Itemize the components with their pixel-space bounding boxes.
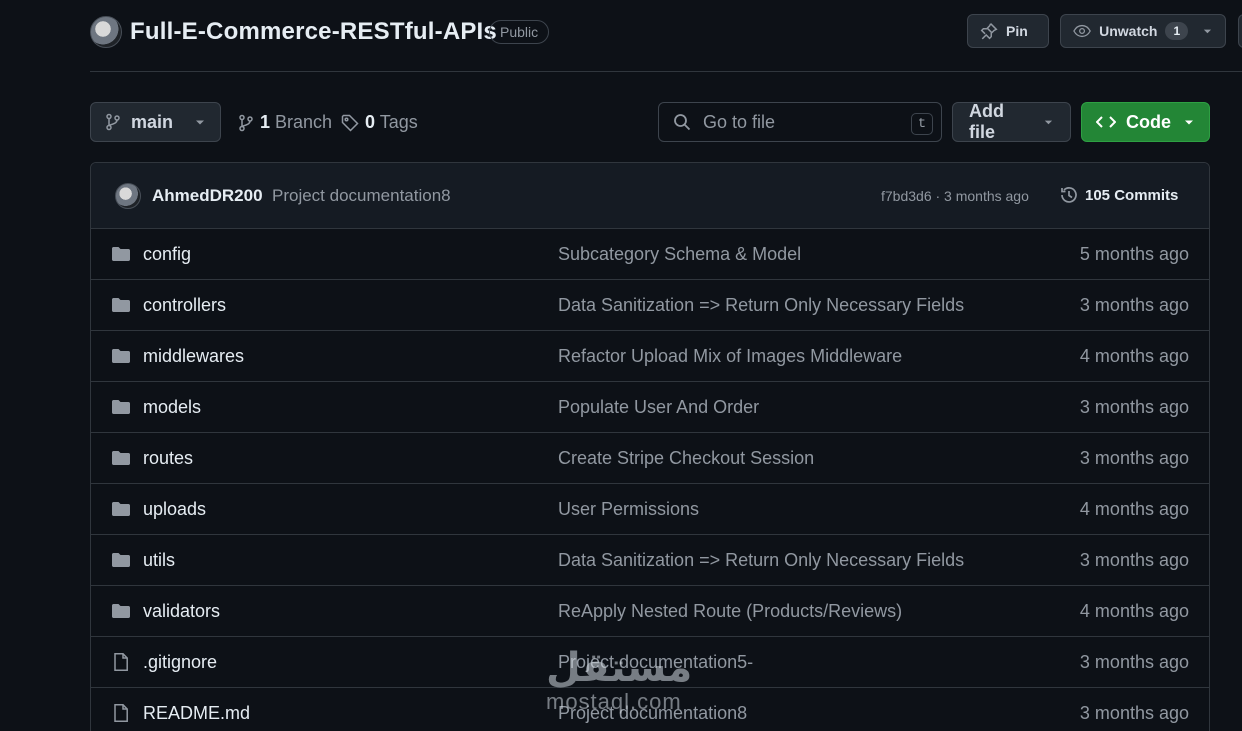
file-commit-message[interactable]: Subcategory Schema & Model: [558, 244, 801, 265]
file-row[interactable]: config Subcategory Schema & Model 5 months…: [91, 229, 1209, 280]
branch-count: 1: [260, 112, 270, 132]
file-name[interactable]: utils: [143, 550, 175, 571]
folder-icon: [111, 601, 131, 621]
code-button[interactable]: Code: [1081, 102, 1210, 142]
file-rows: config Subcategory Schema & Model 5 months…: [91, 229, 1209, 731]
chevron-down-icon: [1043, 116, 1054, 128]
tag-count: 0: [365, 112, 375, 132]
branch-icon: [238, 114, 254, 132]
tags-link[interactable]: 0 Tags: [341, 112, 418, 133]
watch-label: Unwatch: [1099, 23, 1157, 39]
history-icon: [1059, 185, 1079, 205]
file-commit-date: 4 months ago: [1080, 601, 1189, 622]
shortcut-key: t: [911, 113, 933, 135]
folder-icon: [111, 550, 131, 570]
folder-icon: [111, 346, 131, 366]
visibility-badge: Public: [489, 20, 549, 44]
code-icon: [1096, 114, 1116, 130]
eye-icon: [1073, 22, 1091, 40]
file-commit-message[interactable]: User Permissions: [558, 499, 699, 520]
search-icon: [673, 113, 691, 131]
commits-count: 105 Commits: [1085, 187, 1178, 204]
file-row[interactable]: .gitignore Project documentation5- 3 month…: [91, 637, 1209, 688]
file-commit-date: 4 months ago: [1080, 346, 1189, 367]
file-commit-date: 3 months ago: [1080, 448, 1189, 469]
repo-title[interactable]: Full-E-Commerce-RESTful-APIs: [130, 18, 497, 46]
file-row[interactable]: controllers Data Sanitization => Return O…: [91, 280, 1209, 331]
file-commit-date: 3 months ago: [1080, 703, 1189, 724]
file-commit-date: 3 months ago: [1080, 550, 1189, 571]
code-label: Code: [1126, 112, 1171, 133]
file-commit-date: 3 months ago: [1080, 295, 1189, 316]
file-row[interactable]: README.md Project documentation8 3 months …: [91, 688, 1209, 731]
file-commit-date: 3 months ago: [1080, 652, 1189, 673]
author-avatar[interactable]: [115, 183, 141, 209]
commits-link[interactable]: 105 Commits: [1059, 185, 1178, 205]
file-commit-date: 4 months ago: [1080, 499, 1189, 520]
search-input[interactable]: [703, 112, 893, 133]
folder-icon: [111, 397, 131, 417]
file-row[interactable]: routes Create Stripe Checkout Session 3 mo…: [91, 433, 1209, 484]
folder-icon: [111, 499, 131, 519]
file-commit-message[interactable]: ReApply Nested Route (Products/Reviews): [558, 601, 902, 622]
repo-header: Full-E-Commerce-RESTful-APIs Public Pin …: [90, 0, 1242, 72]
file-icon: [111, 652, 131, 672]
file-row[interactable]: middlewares Refactor Upload Mix of Images…: [91, 331, 1209, 382]
branch-label: Branch: [275, 112, 332, 132]
file-name[interactable]: validators: [143, 601, 220, 622]
file-row[interactable]: models Populate User And Order 3 months ag…: [91, 382, 1209, 433]
file-name[interactable]: models: [143, 397, 201, 418]
add-file-button[interactable]: Add file: [952, 102, 1071, 142]
file-name[interactable]: config: [143, 244, 191, 265]
file-name[interactable]: controllers: [143, 295, 226, 316]
branch-selector[interactable]: main: [90, 102, 221, 142]
file-row[interactable]: validators ReApply Nested Route (Products…: [91, 586, 1209, 637]
file-commit-message[interactable]: Data Sanitization => Return Only Necessa…: [558, 295, 964, 316]
file-row[interactable]: utils Data Sanitization => Return Only Ne…: [91, 535, 1209, 586]
pin-button[interactable]: Pin: [967, 14, 1049, 48]
pin-icon: [980, 22, 998, 40]
owner-avatar[interactable]: [90, 16, 122, 48]
file-name[interactable]: middlewares: [143, 346, 244, 367]
right-panel-edge: [1238, 0, 1242, 731]
watch-count: 1: [1165, 22, 1188, 40]
branch-name: main: [131, 112, 173, 133]
branch-icon: [105, 113, 121, 131]
file-name[interactable]: uploads: [143, 499, 206, 520]
file-name[interactable]: README.md: [143, 703, 250, 724]
file-commit-message[interactable]: Refactor Upload Mix of Images Middleware: [558, 346, 902, 367]
add-file-label: Add file: [969, 101, 1029, 143]
latest-commit-bar: AhmedDR200 Project documentation8 f7bd3d…: [91, 163, 1209, 229]
folder-icon: [111, 448, 131, 468]
commit-author[interactable]: AhmedDR200: [152, 186, 263, 206]
chevron-down-icon: [194, 116, 206, 128]
file-name[interactable]: routes: [143, 448, 193, 469]
file-icon: [111, 703, 131, 723]
file-commit-message[interactable]: Populate User And Order: [558, 397, 759, 418]
file-name[interactable]: .gitignore: [143, 652, 217, 673]
go-to-file-search[interactable]: t: [658, 102, 942, 142]
file-commit-message[interactable]: Data Sanitization => Return Only Necessa…: [558, 550, 964, 571]
tag-label: Tags: [380, 112, 418, 132]
tag-icon: [341, 114, 359, 132]
folder-icon: [111, 295, 131, 315]
file-commit-message[interactable]: Project documentation5-: [558, 652, 753, 673]
commit-hash-time[interactable]: f7bd3d6 · 3 months ago: [881, 188, 1029, 204]
chevron-down-icon: [1202, 25, 1213, 37]
file-commit-date: 5 months ago: [1080, 244, 1189, 265]
file-row[interactable]: uploads User Permissions 4 months ago: [91, 484, 1209, 535]
branches-link[interactable]: 1 Branch: [238, 112, 332, 133]
commit-message[interactable]: Project documentation8: [272, 186, 451, 206]
file-commit-date: 3 months ago: [1080, 397, 1189, 418]
watch-button[interactable]: Unwatch 1: [1060, 14, 1226, 48]
file-commit-message[interactable]: Project documentation8: [558, 703, 747, 724]
file-listing: AhmedDR200 Project documentation8 f7bd3d…: [90, 162, 1210, 731]
file-commit-message[interactable]: Create Stripe Checkout Session: [558, 448, 814, 469]
pin-label: Pin: [1006, 23, 1028, 39]
chevron-down-icon: [1183, 116, 1195, 128]
folder-icon: [111, 244, 131, 264]
